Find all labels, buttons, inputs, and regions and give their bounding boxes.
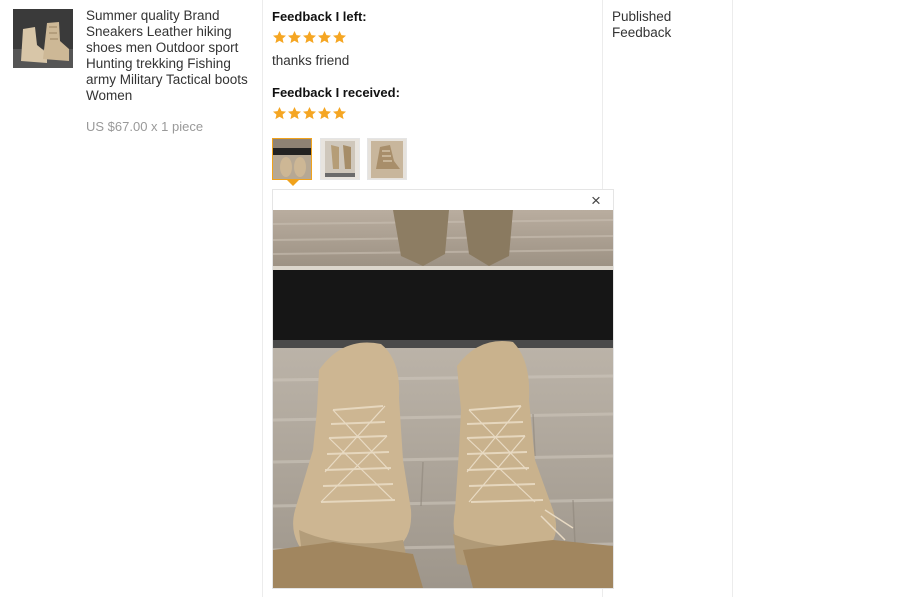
photo-thumbnail-1[interactable] xyxy=(272,138,312,180)
star-icon xyxy=(333,106,346,120)
status-line-1: Published xyxy=(612,9,672,24)
boots-photo-image xyxy=(273,210,613,588)
boots-photo-icon xyxy=(368,139,406,179)
feedback-left-stars xyxy=(272,30,347,46)
photo-thumbnail-2[interactable] xyxy=(320,138,360,180)
product-title[interactable]: Summer quality Brand Sneakers Leather hi… xyxy=(86,8,256,104)
star-icon xyxy=(273,106,286,120)
star-icon xyxy=(318,106,331,120)
product-thumbnail[interactable] xyxy=(13,9,73,68)
photo-thumbnail-3[interactable] xyxy=(367,138,407,180)
star-icon xyxy=(273,30,286,44)
star-icon xyxy=(288,106,301,120)
boots-photo-icon xyxy=(321,139,359,179)
star-icon xyxy=(303,30,316,44)
star-icon xyxy=(288,30,301,44)
feedback-left-label: Feedback I left: xyxy=(272,9,367,24)
boots-photo-icon xyxy=(273,139,311,179)
column-divider xyxy=(262,0,263,597)
feedback-left-text: thanks friend xyxy=(272,53,350,68)
status-line-2: Feedback xyxy=(612,25,672,40)
feedback-received-stars xyxy=(272,106,347,122)
star-icon xyxy=(303,106,316,120)
status-text: Published Feedback xyxy=(612,9,671,41)
star-icon xyxy=(333,30,346,44)
column-divider xyxy=(732,0,733,597)
star-icon xyxy=(318,30,331,44)
product-price: US $67.00 x 1 piece xyxy=(86,119,204,134)
feedback-received-label: Feedback I received: xyxy=(272,85,400,100)
close-icon[interactable]: × xyxy=(588,192,604,209)
boot-product-icon xyxy=(13,9,73,68)
enlarged-photo xyxy=(273,210,613,588)
active-thumbnail-pointer xyxy=(287,180,299,186)
